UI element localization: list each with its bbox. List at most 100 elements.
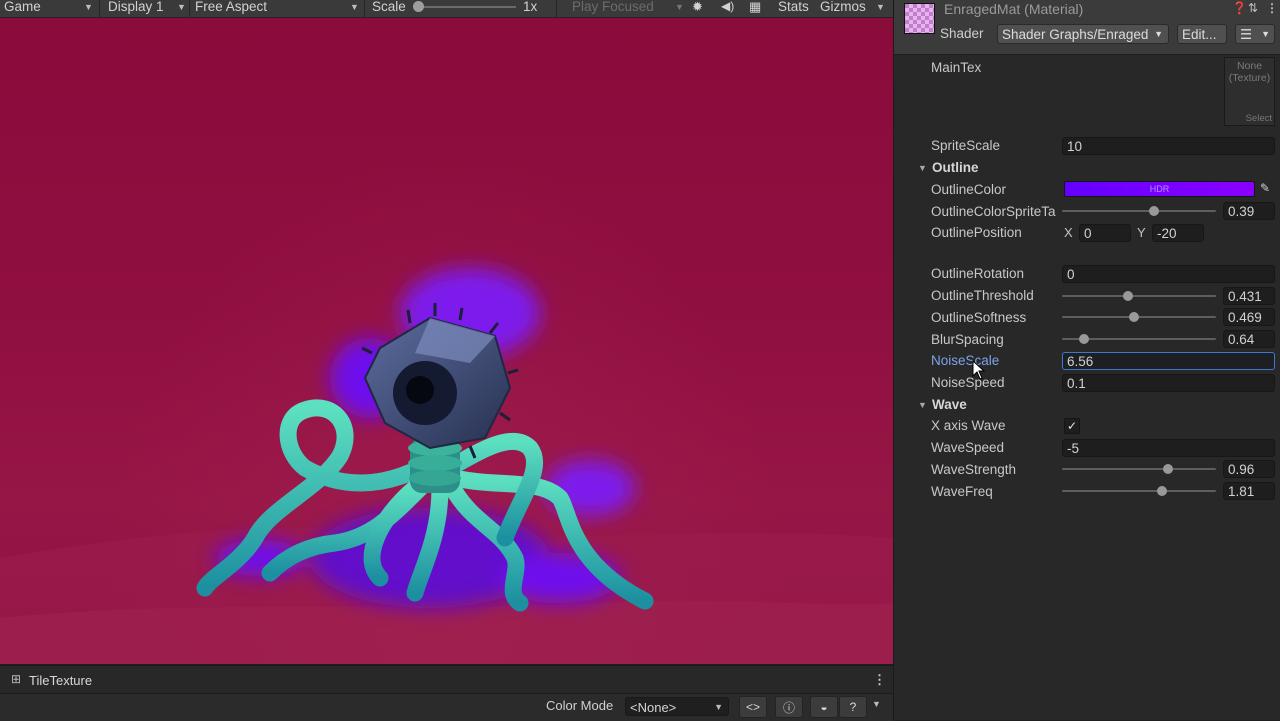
tile-texture-tab[interactable]: TileTexture bbox=[29, 673, 92, 688]
game-viewport[interactable] bbox=[0, 18, 893, 664]
game-toolbar: Game ▼ Display 1 ▼ Free Aspect ▼ Scale 1… bbox=[0, 0, 893, 18]
hierarchy-icon: ⊞ bbox=[11, 672, 22, 686]
outline-threshold-field[interactable]: 0.431 bbox=[1223, 287, 1275, 305]
audio-mute-icon[interactable]: ◀) bbox=[721, 0, 734, 17]
outline-softness-field[interactable]: 0.469 bbox=[1223, 308, 1275, 326]
stats-button[interactable]: Stats bbox=[778, 0, 809, 17]
aspect-dropdown[interactable]: Free Aspect ▼ bbox=[195, 0, 365, 17]
outline-position-x-label: X bbox=[1064, 225, 1073, 240]
shader-dropdown[interactable]: Shader Graphs/Enraged ▼ bbox=[997, 24, 1169, 44]
inspector-panel: EnragedMat (Material) ❓ ⇅ ⋮ Shader Shade… bbox=[893, 0, 1280, 720]
sphere-preview-icon[interactable]: ◒ bbox=[810, 696, 838, 718]
preset-icon[interactable]: ⇅ bbox=[1248, 1, 1258, 15]
outline-rotation-label: OutlineRotation bbox=[931, 266, 1025, 281]
shader-menu-button[interactable]: ☰ ▼ bbox=[1235, 24, 1275, 44]
outline-color-sprite-field[interactable]: 0.39 bbox=[1223, 202, 1275, 220]
outline-foldout-icon[interactable]: ▼ bbox=[918, 163, 927, 173]
noise-speed-field[interactable]: 0.1 bbox=[1062, 374, 1275, 392]
edit-shader-button[interactable]: Edit... bbox=[1177, 24, 1227, 44]
gizmos-button[interactable]: Gizmos bbox=[820, 0, 866, 17]
help-icon[interactable]: ? bbox=[839, 696, 867, 718]
bug-icon[interactable]: ✹ bbox=[692, 0, 703, 17]
wave-freq-field[interactable]: 1.81 bbox=[1223, 482, 1275, 500]
scale-label: Scale bbox=[372, 0, 406, 14]
wave-speed-field[interactable]: -5 bbox=[1062, 439, 1275, 457]
chevron-down-icon: ▼ bbox=[876, 2, 885, 12]
wave-freq-thumb[interactable] bbox=[1157, 486, 1168, 496]
help-icon[interactable]: ❓ bbox=[1232, 1, 1247, 15]
wave-freq-label: WaveFreq bbox=[931, 484, 993, 499]
scale-value: 1x bbox=[523, 0, 538, 14]
color-mode-select[interactable]: <None> ▼ bbox=[625, 697, 729, 716]
shader-value: Shader Graphs/Enraged bbox=[1002, 27, 1149, 42]
outline-threshold-slider[interactable] bbox=[1062, 295, 1216, 297]
outline-position-y-label: Y bbox=[1137, 225, 1146, 240]
color-mode-label: Color Mode bbox=[546, 698, 614, 713]
outline-color-sprite-slider[interactable] bbox=[1062, 210, 1216, 212]
outline-color-swatch[interactable]: HDR bbox=[1064, 181, 1255, 197]
more-options-icon[interactable]: ⋮ bbox=[1266, 1, 1278, 15]
list-icon: ☰ bbox=[1240, 27, 1253, 42]
scale-slider-track[interactable] bbox=[418, 6, 516, 8]
wave-foldout-icon[interactable]: ▼ bbox=[918, 400, 927, 410]
scale-slider-thumb[interactable] bbox=[413, 1, 424, 12]
maintex-select-button[interactable]: Select bbox=[1246, 113, 1272, 124]
game-view-panel: Game ▼ Display 1 ▼ Free Aspect ▼ Scale 1… bbox=[0, 0, 893, 721]
blur-spacing-field[interactable]: 0.64 bbox=[1223, 330, 1275, 348]
outline-rotation-field[interactable]: 0 bbox=[1062, 265, 1275, 283]
noise-speed-label: NoiseSpeed bbox=[931, 375, 1005, 390]
wave-strength-slider[interactable] bbox=[1062, 468, 1216, 470]
creature-head bbox=[361, 303, 519, 459]
wave-speed-label: WaveSpeed bbox=[931, 440, 1005, 455]
outline-softness-label: OutlineSoftness bbox=[931, 310, 1027, 325]
wave-strength-label: WaveStrength bbox=[931, 462, 1017, 477]
display-dropdown[interactable]: Display 1 ▼ bbox=[108, 0, 188, 17]
play-mode-dropdown[interactable]: Play Focused ▼ bbox=[572, 0, 684, 17]
chevron-down-icon: ▼ bbox=[1261, 29, 1270, 39]
chevron-down-icon: ▼ bbox=[350, 2, 359, 12]
material-title: EnragedMat (Material) bbox=[944, 1, 1084, 17]
sprite-scale-label: SpriteScale bbox=[931, 138, 1001, 153]
maintex-type: (Texture) bbox=[1228, 72, 1271, 84]
noise-scale-field[interactable]: 6.56 bbox=[1062, 352, 1275, 370]
chevron-down-icon: ▼ bbox=[675, 2, 684, 12]
chevron-down-icon: ▼ bbox=[1154, 29, 1163, 39]
wave-section-title: Wave bbox=[932, 397, 967, 412]
noise-scale-label: NoiseScale bbox=[931, 353, 1000, 368]
aspect-label: Free Aspect bbox=[195, 0, 268, 14]
x-axis-wave-checkbox[interactable]: ✓ bbox=[1064, 418, 1080, 434]
maintex-none: None bbox=[1236, 60, 1263, 72]
bottom-tab-row: ⊞ TileTexture ⋮ bbox=[0, 665, 893, 694]
code-toggle-icon[interactable]: <> bbox=[739, 696, 767, 718]
material-header: EnragedMat (Material) ❓ ⇅ ⋮ Shader Shade… bbox=[894, 0, 1280, 55]
blur-spacing-label: BlurSpacing bbox=[931, 332, 1004, 347]
maintex-slot[interactable]: None (Texture) Select bbox=[1224, 57, 1275, 126]
outline-position-x-field[interactable]: 0 bbox=[1079, 224, 1131, 242]
outline-color-sprite-thumb[interactable] bbox=[1149, 206, 1160, 216]
bottom-bar: Color Mode <None> ▼ <> ⓘ ◒ ? ▼ bbox=[0, 693, 893, 721]
chevron-down-icon: ▼ bbox=[84, 2, 93, 12]
checkmark-icon: ✓ bbox=[1066, 419, 1078, 433]
blur-spacing-thumb[interactable] bbox=[1078, 334, 1089, 344]
outline-section-title: Outline bbox=[932, 160, 979, 175]
grid-icon[interactable]: ▦ bbox=[749, 0, 761, 17]
outline-position-y-field[interactable]: -20 bbox=[1152, 224, 1204, 242]
hdr-tag: HDR bbox=[1149, 184, 1170, 194]
outline-threshold-label: OutlineThreshold bbox=[931, 288, 1034, 303]
more-options-icon[interactable]: ⋮ bbox=[873, 672, 886, 688]
wave-strength-thumb[interactable] bbox=[1163, 464, 1174, 474]
x-axis-wave-label: X axis Wave bbox=[931, 418, 1006, 433]
chevron-down-icon[interactable]: ▼ bbox=[872, 699, 881, 709]
wave-freq-slider[interactable] bbox=[1062, 490, 1216, 492]
sprite-scale-field[interactable]: 10 bbox=[1062, 137, 1275, 155]
game-view-dropdown[interactable]: Game ▼ bbox=[4, 0, 94, 17]
outline-threshold-thumb[interactable] bbox=[1123, 291, 1134, 301]
eyedropper-icon[interactable]: ✎ bbox=[1260, 181, 1270, 195]
shader-label: Shader bbox=[940, 26, 984, 41]
display-label: Display 1 bbox=[108, 0, 164, 14]
chevron-down-icon: ▼ bbox=[714, 702, 723, 712]
outline-position-label: OutlinePosition bbox=[931, 225, 1022, 240]
outline-softness-thumb[interactable] bbox=[1129, 312, 1140, 322]
info-icon[interactable]: ⓘ bbox=[775, 696, 803, 718]
wave-strength-field[interactable]: 0.96 bbox=[1223, 460, 1275, 478]
